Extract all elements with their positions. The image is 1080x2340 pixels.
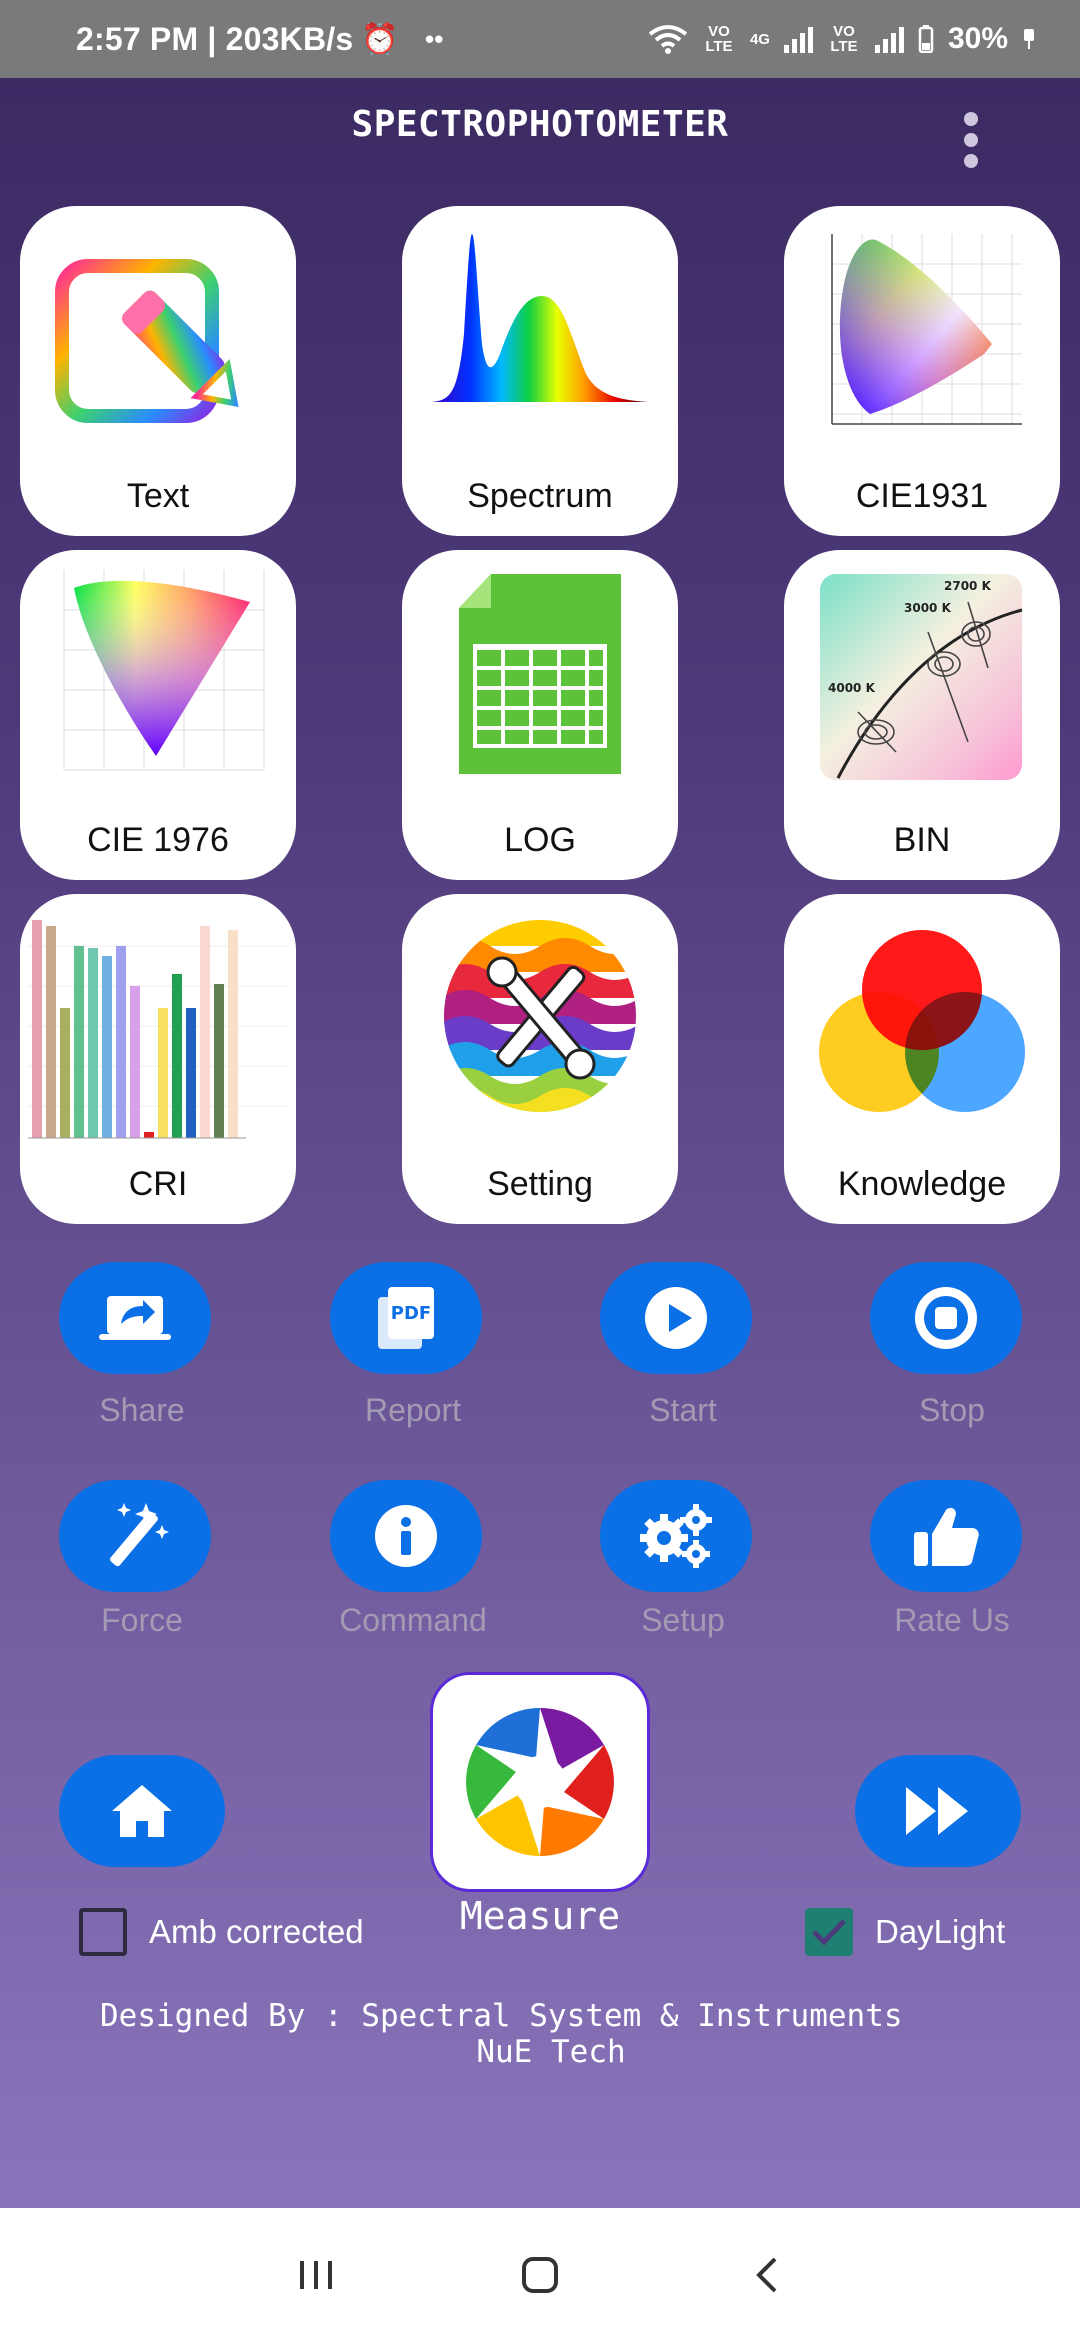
command-button[interactable] [330, 1480, 482, 1592]
setup-button[interactable] [600, 1480, 752, 1592]
tile-label-spectrum: Spectrum [467, 477, 613, 515]
info-icon [375, 1505, 437, 1567]
tile-label-setting: Setting [487, 1165, 593, 1203]
edit-pencil-icon [55, 259, 239, 423]
daylight-box[interactable] [805, 1908, 853, 1956]
wifi-icon [648, 25, 688, 54]
battery-percent: 30% [947, 22, 1008, 55]
gears-icon [640, 1504, 712, 1568]
start-label: Start [649, 1392, 717, 1428]
measure-label: Measure [459, 1894, 621, 1938]
tools-icon [444, 920, 636, 1112]
status-bar: 2:57 PM | 203KB/s ⏰ •• VO LTE 4G VO LTE … [0, 0, 1080, 78]
share-label: Share [99, 1392, 185, 1428]
charging-icon [1024, 29, 1034, 49]
volte-badge-2: VO LTE [830, 23, 858, 55]
tile-label-cie1976: CIE 1976 [87, 821, 229, 859]
play-icon [645, 1287, 707, 1349]
setup-label: Setup [641, 1602, 725, 1638]
amb-corrected-box[interactable] [79, 1908, 127, 1956]
battery-icon [918, 25, 934, 53]
stop-button[interactable] [870, 1262, 1022, 1374]
fast-forward-icon [906, 1787, 968, 1835]
recents-button[interactable] [276, 2240, 356, 2310]
rate-us-button[interactable] [870, 1480, 1022, 1592]
nav-home-icon [522, 2257, 558, 2293]
spreadsheet-icon [459, 574, 621, 774]
footer-line-1: Designed By : Spectral System & Instrume… [100, 1998, 903, 2034]
signal-icon-2 [874, 25, 904, 53]
status-dots: •• [424, 23, 444, 54]
spectrum-chart-icon [432, 234, 648, 402]
measure-button[interactable] [430, 1672, 650, 1892]
cie1931-diagram-icon [831, 234, 1022, 425]
footer-line-2: NuE Tech [476, 2034, 626, 2070]
network-type: 4G [749, 30, 770, 48]
tile-spectrum[interactable]: Spectrum [402, 206, 678, 536]
checkmark-icon [812, 1919, 846, 1946]
app-title: SPECTROPHOTOMETER [351, 104, 729, 145]
svg-text:4000 K: 4000 K [828, 681, 876, 695]
status-time-speed: 2:57 PM | 203KB/s [76, 20, 354, 57]
tile-text[interactable]: Text [20, 206, 296, 536]
back-button[interactable] [726, 2240, 806, 2310]
report-label: Report [364, 1392, 462, 1428]
svg-text:3000 K: 3000 K [904, 601, 952, 615]
stop-icon [915, 1287, 977, 1349]
force-button[interactable] [59, 1480, 211, 1592]
daylight-checkbox[interactable]: DayLight [805, 1908, 1005, 1956]
amb-corrected-label: Amb corrected [149, 1913, 364, 1950]
stop-label: Stop [919, 1392, 985, 1428]
app-screen: SPECTROPHOTOMETER Text Spectrum CIE1931 … [0, 78, 1080, 2208]
aperture-icon [466, 1708, 614, 1856]
tile-cie1976[interactable]: CIE 1976 [20, 550, 296, 880]
rate-us-label: Rate Us [894, 1602, 1010, 1638]
cie1976-diagram-icon [63, 570, 265, 771]
recents-icon [300, 2261, 332, 2289]
daylight-label: DayLight [875, 1913, 1006, 1950]
system-nav-bar [0, 2208, 1080, 2340]
svg-text:PDF: PDF [391, 1303, 431, 1324]
share-button[interactable] [59, 1262, 211, 1374]
tile-label-text: Text [126, 477, 190, 515]
thumbs-up-icon [914, 1507, 979, 1566]
pdf-icon: PDF [378, 1287, 434, 1349]
status-right: VO LTE 4G VO LTE 30% [648, 0, 1036, 78]
nav-home-button[interactable] [500, 2240, 580, 2310]
magic-wand-icon [110, 1503, 169, 1567]
tile-label-log: LOG [504, 821, 576, 859]
start-button[interactable] [600, 1262, 752, 1374]
cri-bar-chart-icon [28, 920, 288, 1139]
tile-label-cie1931: CIE1931 [855, 477, 989, 515]
binning-chart-icon: 4000 K 3000 K 2700 K [820, 574, 1023, 780]
tile-cri[interactable]: CRI [20, 894, 296, 1224]
amb-corrected-checkbox[interactable]: Amb corrected [79, 1908, 364, 1956]
fast-forward-button[interactable] [855, 1755, 1021, 1867]
home-icon [112, 1785, 172, 1837]
tile-cie1931[interactable]: CIE1931 [784, 206, 1060, 536]
color-venn-icon [819, 930, 1025, 1112]
share-screen-icon [99, 1296, 171, 1340]
report-button[interactable]: PDF [330, 1262, 482, 1374]
volte-badge-1: VO LTE [705, 23, 733, 55]
signal-icon [783, 25, 813, 53]
tile-knowledge[interactable]: Knowledge [784, 894, 1060, 1224]
force-label: Force [101, 1602, 183, 1638]
status-left: 2:57 PM | 203KB/s ⏰ •• [76, 0, 444, 78]
more-vert-icon[interactable] [956, 112, 986, 168]
tile-setting[interactable]: Setting [402, 894, 678, 1224]
alarm-clock-icon: ⏰ [361, 22, 399, 56]
svg-text:2700 K: 2700 K [944, 579, 992, 593]
tile-label-bin: BIN [893, 821, 951, 859]
command-label: Command [339, 1602, 487, 1638]
tile-bin[interactable]: 4000 K 3000 K 2700 K BIN [784, 550, 1060, 880]
tile-log[interactable]: LOG [402, 550, 678, 880]
tile-label-knowledge: Knowledge [837, 1165, 1007, 1203]
back-icon [756, 2257, 777, 2293]
tile-label-cri: CRI [128, 1165, 188, 1203]
home-button[interactable] [59, 1755, 225, 1867]
